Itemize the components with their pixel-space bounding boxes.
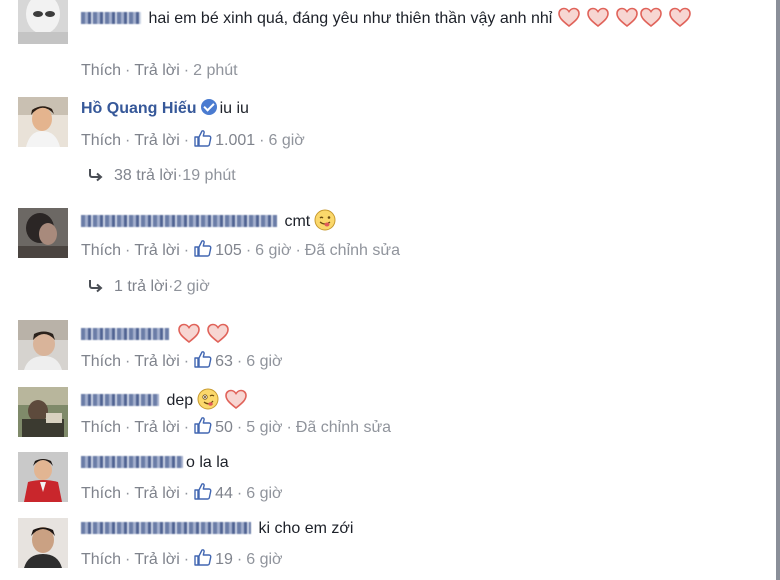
timestamp[interactable]: 6 giờ <box>269 132 305 149</box>
comment-actions: Thích · Trả lời · 44 · 6 giờ <box>81 481 283 504</box>
comment-actions: Thích · Trả lời · 50 · 5 giờ · Đã chỉnh sửa <box>81 415 391 438</box>
reply-arrow-icon <box>88 279 104 293</box>
reply-link[interactable]: Trả lời <box>134 485 179 502</box>
heart-icon <box>668 5 692 29</box>
comment-actions: Thích · Trả lời · 105 · 6 giờ · Đã chỉnh sửa <box>81 238 400 261</box>
timestamp[interactable]: 5 giờ <box>246 419 282 436</box>
like-thumb-icon[interactable] <box>193 128 213 148</box>
like-link[interactable]: Thích <box>81 485 121 502</box>
reply-count[interactable]: 38 trả lời <box>114 167 177 184</box>
like-link[interactable]: Thích <box>81 62 121 79</box>
avatar[interactable] <box>18 320 68 370</box>
blurred-author-name[interactable] <box>81 327 169 340</box>
view-replies[interactable]: 1 trả lời·2 giờ <box>88 277 210 297</box>
edited-label[interactable]: Đã chỉnh sửa <box>305 242 400 259</box>
like-count[interactable]: 63 <box>215 353 233 370</box>
blurred-author-name[interactable] <box>81 455 183 468</box>
heart-icon <box>557 5 581 29</box>
author-name[interactable]: Hồ Quang Hiếu <box>81 100 197 117</box>
like-thumb-icon[interactable] <box>193 238 213 258</box>
reply-arrow-icon <box>88 168 104 182</box>
timestamp[interactable]: 6 giờ <box>255 242 291 259</box>
comment-text: cmt <box>284 213 311 230</box>
heart-icon <box>206 321 230 345</box>
comment-text: iu iu <box>219 100 249 117</box>
comment-body: cmt <box>81 209 336 232</box>
view-replies[interactable]: 38 trả lời·19 phút <box>88 166 236 186</box>
timestamp: 2 giờ <box>173 278 210 295</box>
timestamp[interactable]: 6 giờ <box>246 353 282 370</box>
comment-actions: Thích · Trả lời · 1.001 · 6 giờ <box>81 128 305 151</box>
comment-text: hai em bé xinh quá, đáng yêu như thiên t… <box>148 10 553 27</box>
heart-icon <box>615 5 639 29</box>
blurred-author-name[interactable] <box>81 393 159 406</box>
comment-body: hai em bé xinh quá, đáng yêu như thiên t… <box>81 5 741 32</box>
like-thumb-icon[interactable] <box>193 415 213 435</box>
heart-icon <box>639 5 663 29</box>
like-link[interactable]: Thích <box>81 551 121 568</box>
tongue-emoji-icon <box>314 209 336 231</box>
avatar[interactable] <box>18 387 68 437</box>
like-thumb-icon[interactable] <box>193 349 213 369</box>
timestamp[interactable]: 2 phút <box>193 62 237 79</box>
like-count[interactable]: 1.001 <box>215 132 255 149</box>
like-count[interactable]: 50 <box>215 419 233 436</box>
heart-icon <box>586 5 610 29</box>
comment-body: o la la <box>81 453 229 473</box>
reply-link[interactable]: Trả lời <box>134 62 179 79</box>
comment-body <box>81 321 230 345</box>
comment-actions: Thích · Trả lời · 2 phút <box>81 62 238 79</box>
comment-body: ki cho em zới <box>81 519 353 539</box>
blurred-author-name[interactable] <box>81 214 277 227</box>
reply-link[interactable]: Trả lời <box>134 242 179 259</box>
like-thumb-icon[interactable] <box>193 547 213 567</box>
like-link[interactable]: Thích <box>81 132 121 149</box>
like-link[interactable]: Thích <box>81 419 121 436</box>
verified-badge-icon <box>200 99 217 115</box>
blurred-author-name[interactable] <box>81 11 141 24</box>
comment-text: o la la <box>186 454 229 471</box>
blurred-author-name[interactable] <box>81 521 251 534</box>
comment-text: dep <box>166 392 194 409</box>
avatar[interactable] <box>18 518 68 568</box>
tongue-emoji-icon <box>197 388 219 410</box>
heart-icon <box>224 387 248 411</box>
avatar[interactable] <box>18 97 68 147</box>
comment-thread: hai em bé xinh quá, đáng yêu như thiên t… <box>0 0 780 580</box>
like-link[interactable]: Thích <box>81 242 121 259</box>
timestamp[interactable]: 6 giờ <box>246 551 282 568</box>
reply-link[interactable]: Trả lời <box>134 551 179 568</box>
edited-label[interactable]: Đã chỉnh sửa <box>296 419 391 436</box>
timestamp: 19 phút <box>182 167 236 184</box>
like-link[interactable]: Thích <box>81 353 121 370</box>
reply-link[interactable]: Trả lời <box>134 353 179 370</box>
like-count[interactable]: 19 <box>215 551 233 568</box>
like-thumb-icon[interactable] <box>193 481 213 501</box>
comment-actions: Thích · Trả lời · 19 · 6 giờ <box>81 547 283 570</box>
timestamp[interactable]: 6 giờ <box>246 485 282 502</box>
reply-link[interactable]: Trả lời <box>134 132 179 149</box>
comment-body: dep <box>81 387 248 411</box>
comment-body: Hồ Quang Hiếu iu iu <box>81 99 249 119</box>
avatar[interactable] <box>18 208 68 258</box>
avatar[interactable] <box>18 452 68 502</box>
comment-actions: Thích · Trả lời · 63 · 6 giờ <box>81 349 283 372</box>
like-count[interactable]: 105 <box>215 242 242 259</box>
like-count[interactable]: 44 <box>215 485 233 502</box>
reply-link[interactable]: Trả lời <box>134 419 179 436</box>
avatar[interactable] <box>18 0 68 44</box>
heart-icon <box>177 321 201 345</box>
comment-text: ki cho em zới <box>258 520 354 537</box>
reply-count[interactable]: 1 trả lời <box>114 278 168 295</box>
